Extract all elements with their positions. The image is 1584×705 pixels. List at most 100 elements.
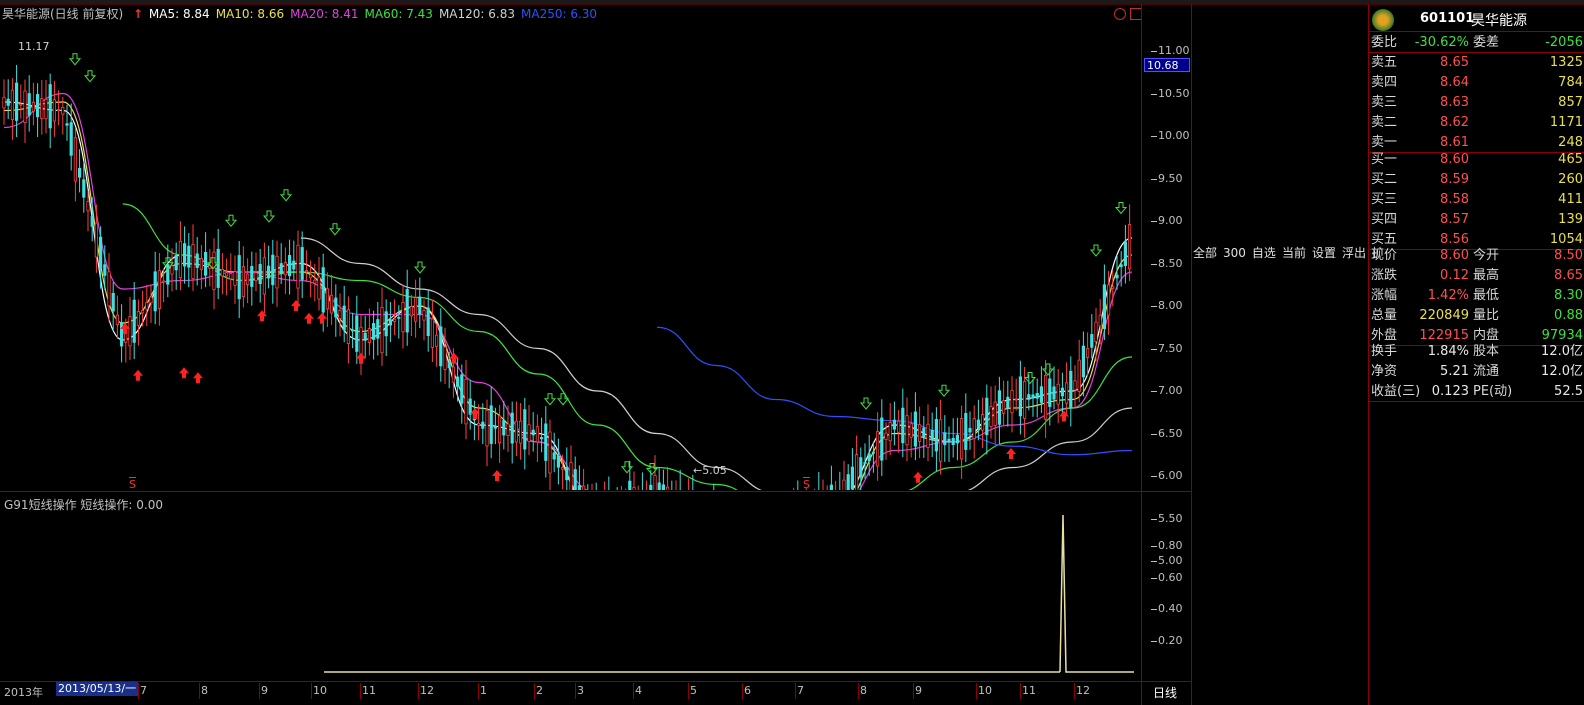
candle-body bbox=[325, 288, 330, 310]
candle-body bbox=[985, 397, 989, 436]
price-chart[interactable] bbox=[0, 22, 1141, 490]
candle-body bbox=[930, 429, 934, 441]
quote-v2: 411 bbox=[1558, 192, 1583, 207]
period-selector[interactable]: 日线 bbox=[1153, 684, 1177, 701]
y-axis-right-edge bbox=[1191, 4, 1192, 705]
candle-body bbox=[913, 411, 918, 447]
candle-body bbox=[355, 315, 359, 352]
candle-body bbox=[1039, 386, 1043, 403]
month-separator bbox=[742, 683, 743, 699]
candle-body bbox=[632, 487, 636, 490]
price-tick-mark bbox=[1151, 518, 1157, 520]
candle-body bbox=[535, 426, 540, 443]
candle-body bbox=[317, 276, 321, 300]
ma-legend: MA5: 8.84 MA10: 8.66 MA20: 8.41 MA60: 7.43 M… bbox=[149, 7, 603, 21]
quote-v2: 1171 bbox=[1549, 115, 1583, 130]
candle-body bbox=[292, 260, 296, 270]
candle-body bbox=[863, 462, 867, 464]
buy-signal-icon bbox=[913, 471, 923, 483]
candle-body bbox=[1081, 345, 1085, 378]
price-tick-mark bbox=[1151, 93, 1157, 95]
candle-body bbox=[346, 309, 351, 344]
month-separator bbox=[259, 683, 260, 699]
panel-tab[interactable]: 全部 bbox=[1193, 246, 1217, 260]
candle-body bbox=[44, 99, 48, 120]
indicator-tick-label: 0.40 bbox=[1158, 602, 1183, 616]
quote-v2: 139 bbox=[1558, 212, 1583, 227]
candle-body bbox=[544, 423, 548, 461]
chart-title-bar: 昊华能源(日线 前复权) ↑ MA5: 8.84 MA10: 8.66 MA20: … bbox=[2, 6, 609, 22]
candle-body bbox=[65, 123, 69, 126]
month-separator bbox=[1074, 683, 1075, 699]
month-separator bbox=[534, 683, 535, 699]
candle-body bbox=[510, 412, 514, 444]
candle-body bbox=[653, 475, 657, 490]
buy-signal-icon bbox=[1006, 447, 1016, 459]
candle-body bbox=[61, 107, 65, 115]
candle-body bbox=[1002, 400, 1006, 414]
panel-tab[interactable]: 300 bbox=[1223, 246, 1246, 260]
candle-body bbox=[556, 455, 561, 468]
candle-body bbox=[561, 467, 565, 470]
candle-body bbox=[447, 361, 451, 369]
panel-tabs: 全部 300 自选 当前 设置 浮出扩 bbox=[1193, 244, 1390, 261]
candle-body bbox=[384, 311, 388, 337]
candle-body bbox=[960, 418, 964, 460]
candle-body bbox=[380, 306, 384, 354]
candle-body bbox=[78, 167, 82, 178]
indicator-tick-mark bbox=[1151, 640, 1157, 642]
quote-row: 收益(三) 0.123 PE(动) 52.5 bbox=[1371, 382, 1583, 402]
candle-body bbox=[1102, 284, 1106, 329]
candle-body bbox=[947, 438, 951, 443]
price-tick-label: 10.50 bbox=[1158, 86, 1190, 100]
candle-body bbox=[1027, 394, 1031, 400]
candle-body bbox=[476, 423, 481, 426]
candle-body bbox=[1056, 383, 1060, 405]
buy-signal-icon bbox=[257, 310, 267, 322]
candle-body bbox=[250, 266, 254, 287]
candle-body bbox=[628, 480, 632, 490]
candle-body bbox=[880, 417, 884, 461]
quote-divider bbox=[1369, 31, 1584, 32]
candle-body bbox=[203, 251, 208, 276]
candle-body bbox=[666, 486, 670, 490]
quote-divider bbox=[1369, 401, 1584, 402]
buy-signal-icon bbox=[1059, 410, 1069, 422]
candle-body bbox=[94, 222, 98, 258]
candle-body bbox=[497, 415, 502, 444]
candle-body bbox=[434, 334, 439, 347]
candle-body bbox=[161, 280, 166, 283]
panel-tab[interactable]: 浮出 bbox=[1342, 246, 1366, 260]
candle-body bbox=[86, 201, 90, 212]
month-label: 6 bbox=[744, 684, 751, 697]
candle-body bbox=[577, 485, 582, 490]
sell-signal-icon bbox=[83, 70, 97, 83]
candle-body bbox=[468, 398, 472, 415]
candle-body bbox=[31, 101, 36, 112]
candle-body bbox=[1123, 241, 1127, 266]
candle-body bbox=[313, 279, 317, 284]
panel-tab[interactable]: 自选 bbox=[1252, 246, 1276, 260]
quote-row: 涨跌 0.12 最高 8.65 bbox=[1371, 266, 1583, 286]
quote-l1: 涨幅 bbox=[1371, 288, 1398, 303]
candle-body bbox=[140, 310, 145, 314]
month-label: 7 bbox=[797, 684, 804, 697]
candle-body bbox=[523, 409, 527, 450]
panel-tab[interactable]: 设置 bbox=[1312, 246, 1336, 260]
candle-body bbox=[275, 255, 279, 289]
quote-l2: 委差 bbox=[1473, 35, 1500, 50]
quote-l1: 换手 bbox=[1371, 344, 1398, 359]
quote-v1: -30.62% bbox=[1414, 35, 1469, 50]
candle-body bbox=[90, 216, 94, 227]
indicator-chart[interactable] bbox=[0, 492, 1141, 680]
quote-l2: 流通 bbox=[1473, 364, 1500, 379]
candle-body bbox=[1018, 376, 1023, 417]
close-chart-icon[interactable] bbox=[1114, 8, 1126, 20]
candle-body bbox=[334, 297, 338, 318]
ma-legend-item: MA10: 8.66 bbox=[215, 7, 285, 21]
quote-v1: 5.21 bbox=[1440, 364, 1469, 379]
panel-tab[interactable]: 当前 bbox=[1282, 246, 1306, 260]
candle-body bbox=[153, 271, 157, 312]
quote-v1: 220849 bbox=[1419, 308, 1469, 323]
candle-body bbox=[1031, 394, 1035, 399]
